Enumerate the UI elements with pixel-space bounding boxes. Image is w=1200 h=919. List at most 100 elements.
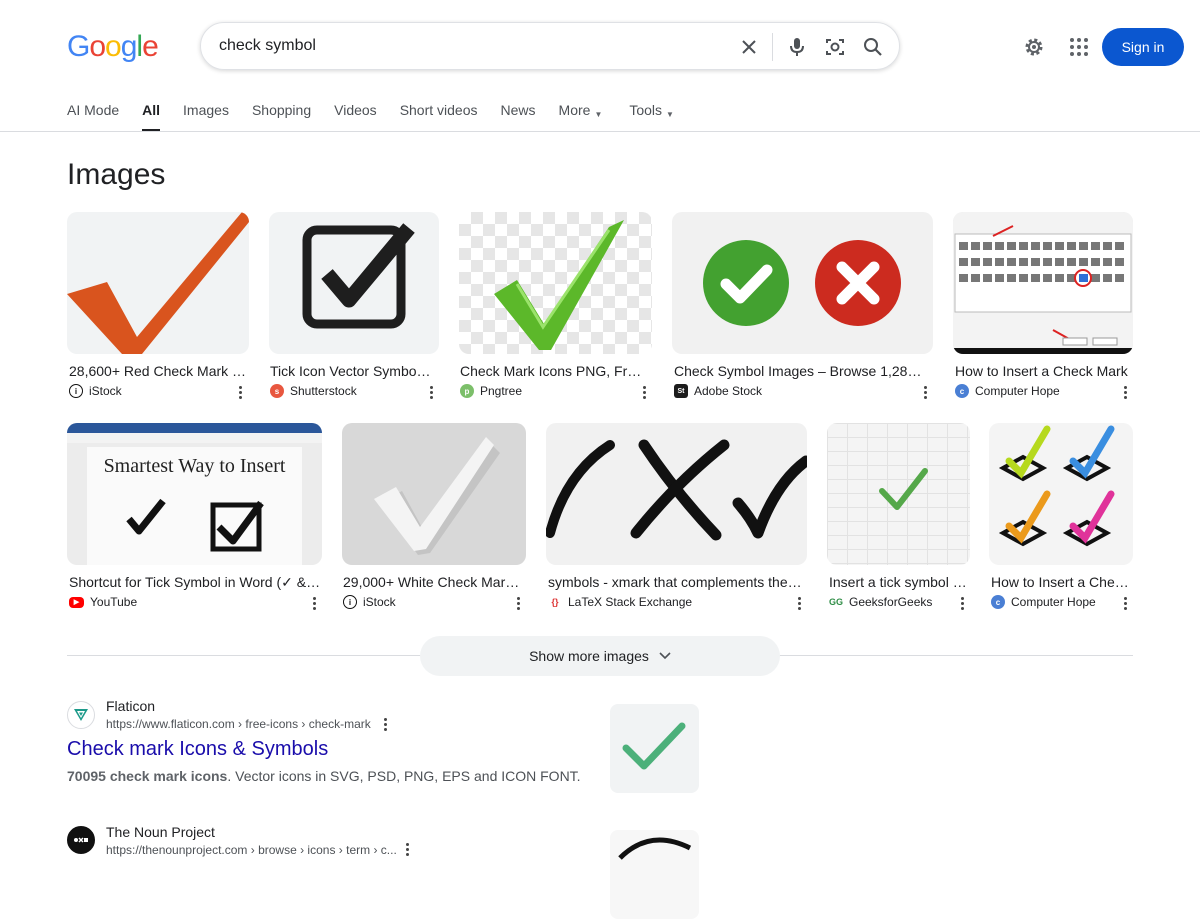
image-caption[interactable]: 28,600+ Red Check Mark S... [69,363,247,379]
search-icon[interactable] [861,35,885,59]
image-caption[interactable]: 29,000+ White Check Mark... [343,574,521,590]
image-card[interactable]: symbols - xmark that complements the ...… [546,423,807,613]
image-source[interactable]: c Computer Hope [955,384,1060,398]
adobe-stock-icon: St [674,384,688,398]
image-source[interactable]: ▶ YouTube [69,595,137,609]
tab-all[interactable]: All [142,100,160,132]
tab-label: More [558,102,591,118]
image-caption[interactable]: How to Insert a Check Mark [955,363,1131,379]
lens-icon[interactable] [823,35,847,59]
tab-news[interactable]: News [501,100,536,132]
image-card[interactable]: 28,600+ Red Check Mark S... i iStock [67,212,249,402]
more-options-icon[interactable] [313,597,316,610]
more-options-icon[interactable] [384,718,387,731]
image-card[interactable]: Tick Icon Vector Symbol ... s Shuttersto… [269,212,439,402]
settings-gear-icon[interactable] [1022,35,1046,59]
search-box[interactable]: check symbol [200,22,900,70]
more-options-icon[interactable] [643,386,646,399]
computer-hope-icon: c [991,595,1005,609]
image-caption[interactable]: Shortcut for Tick Symbol in Word (✓ & ☐.… [69,574,321,591]
image-source[interactable]: i iStock [69,384,122,398]
show-more-images-button[interactable]: Show more images [420,636,780,676]
image-card[interactable]: Insert a tick symbol (... GG GeeksforGee… [827,423,970,613]
snippet-bold: 70095 check mark icons [67,768,228,784]
image-thumbnail[interactable] [269,212,439,354]
search-divider [772,33,773,61]
more-options-icon[interactable] [430,386,433,399]
apps-grid-icon[interactable] [1068,36,1090,58]
tab-short-videos[interactable]: Short videos [400,100,478,132]
more-options-icon[interactable] [239,386,242,399]
google-logo[interactable]: Google [67,30,159,64]
tab-images[interactable]: Images [183,100,229,132]
tab-label: Videos [334,102,377,118]
sign-in-button[interactable]: Sign in [1102,28,1184,66]
image-card[interactable]: Smartest Way to Insert Shortcut for Tick… [67,423,322,613]
result-title-link[interactable]: Check mark Icons & Symbols [67,738,328,761]
istock-icon: i [69,384,83,398]
image-caption[interactable]: Tick Icon Vector Symbol ... [270,363,432,379]
more-options-icon[interactable] [924,386,927,399]
image-card[interactable]: How to Insert a Chec... c Computer Hope [989,423,1133,613]
image-source[interactable]: {} LaTeX Stack Exchange [548,595,692,609]
image-source[interactable]: St Adobe Stock [674,384,762,398]
more-options-icon[interactable] [1124,597,1127,610]
more-options-icon[interactable] [1124,386,1127,399]
result-site-name[interactable]: The Noun Project [106,824,215,840]
caret-down-icon: ▼ [594,110,603,119]
image-source[interactable]: c Computer Hope [991,595,1096,609]
tabs-divider [0,131,1200,132]
result-url[interactable]: https://thenounproject.com › browse › ic… [106,843,397,857]
tab-videos[interactable]: Videos [334,100,377,132]
image-thumbnail[interactable] [989,423,1133,565]
more-options-icon[interactable] [798,597,801,610]
noun-project-favicon[interactable] [67,826,95,854]
more-options-icon[interactable] [406,843,409,856]
image-caption[interactable]: Check Mark Icons PNG, Free ... [460,363,648,379]
image-thumbnail[interactable] [67,212,249,354]
image-source[interactable]: s Shutterstock [270,384,357,398]
microphone-icon[interactable] [785,35,809,59]
source-label: YouTube [90,595,138,609]
source-label: iStock [363,595,396,609]
tab-label: All [142,102,161,118]
tab-shopping[interactable]: Shopping [252,100,311,132]
image-card[interactable]: Check Mark Icons PNG, Free ... p Pngtree [459,212,652,402]
istock-icon: i [343,595,357,609]
image-source[interactable]: p Pngtree [460,384,522,398]
image-caption[interactable]: How to Insert a Chec... [991,574,1131,590]
image-thumbnail[interactable]: Smartest Way to Insert [67,423,322,565]
result-thumbnail[interactable] [610,830,699,919]
image-source[interactable]: GG GeeksforGeeks [829,595,932,609]
more-options-icon[interactable] [517,597,520,610]
source-label: LaTeX Stack Exchange [568,595,693,609]
image-thumbnail[interactable] [827,423,970,565]
image-thumbnail[interactable] [459,212,652,354]
image-caption[interactable]: Insert a tick symbol (... [829,574,969,590]
image-card[interactable]: How to Insert a Check Mark c Computer Ho… [953,212,1133,402]
result-thumbnail[interactable] [610,704,699,793]
image-caption[interactable]: Check Symbol Images – Browse 1,288,4... [674,363,926,379]
more-options-icon[interactable] [961,597,964,610]
image-card[interactable]: Check Symbol Images – Browse 1,288,4... … [672,212,933,402]
image-card[interactable]: 29,000+ White Check Mark... i iStock [342,423,526,613]
tab-tools[interactable]: Tools ▼ [629,100,674,132]
image-source[interactable]: i iStock [343,595,396,609]
source-label: Pngtree [480,384,523,398]
tab-label: Images [183,102,229,118]
image-thumbnail[interactable] [342,423,526,565]
clear-icon[interactable] [737,35,761,59]
tab-ai-mode[interactable]: AI Mode [67,100,119,132]
image-thumbnail[interactable] [953,212,1133,354]
tab-more[interactable]: More ▼ [559,100,603,132]
image-thumbnail[interactable] [672,212,933,354]
source-label: Computer Hope [975,384,1060,398]
flaticon-favicon[interactable] [67,701,95,729]
tab-label: Tools [629,102,663,118]
result-site-name[interactable]: Flaticon [106,698,155,714]
result-url[interactable]: https://www.flaticon.com › free-icons › … [106,717,371,731]
image-caption[interactable]: symbols - xmark that complements the ... [548,574,802,590]
latex-stackexchange-icon: {} [548,595,562,609]
image-thumbnail[interactable] [546,423,807,565]
search-input[interactable]: check symbol [219,37,316,55]
